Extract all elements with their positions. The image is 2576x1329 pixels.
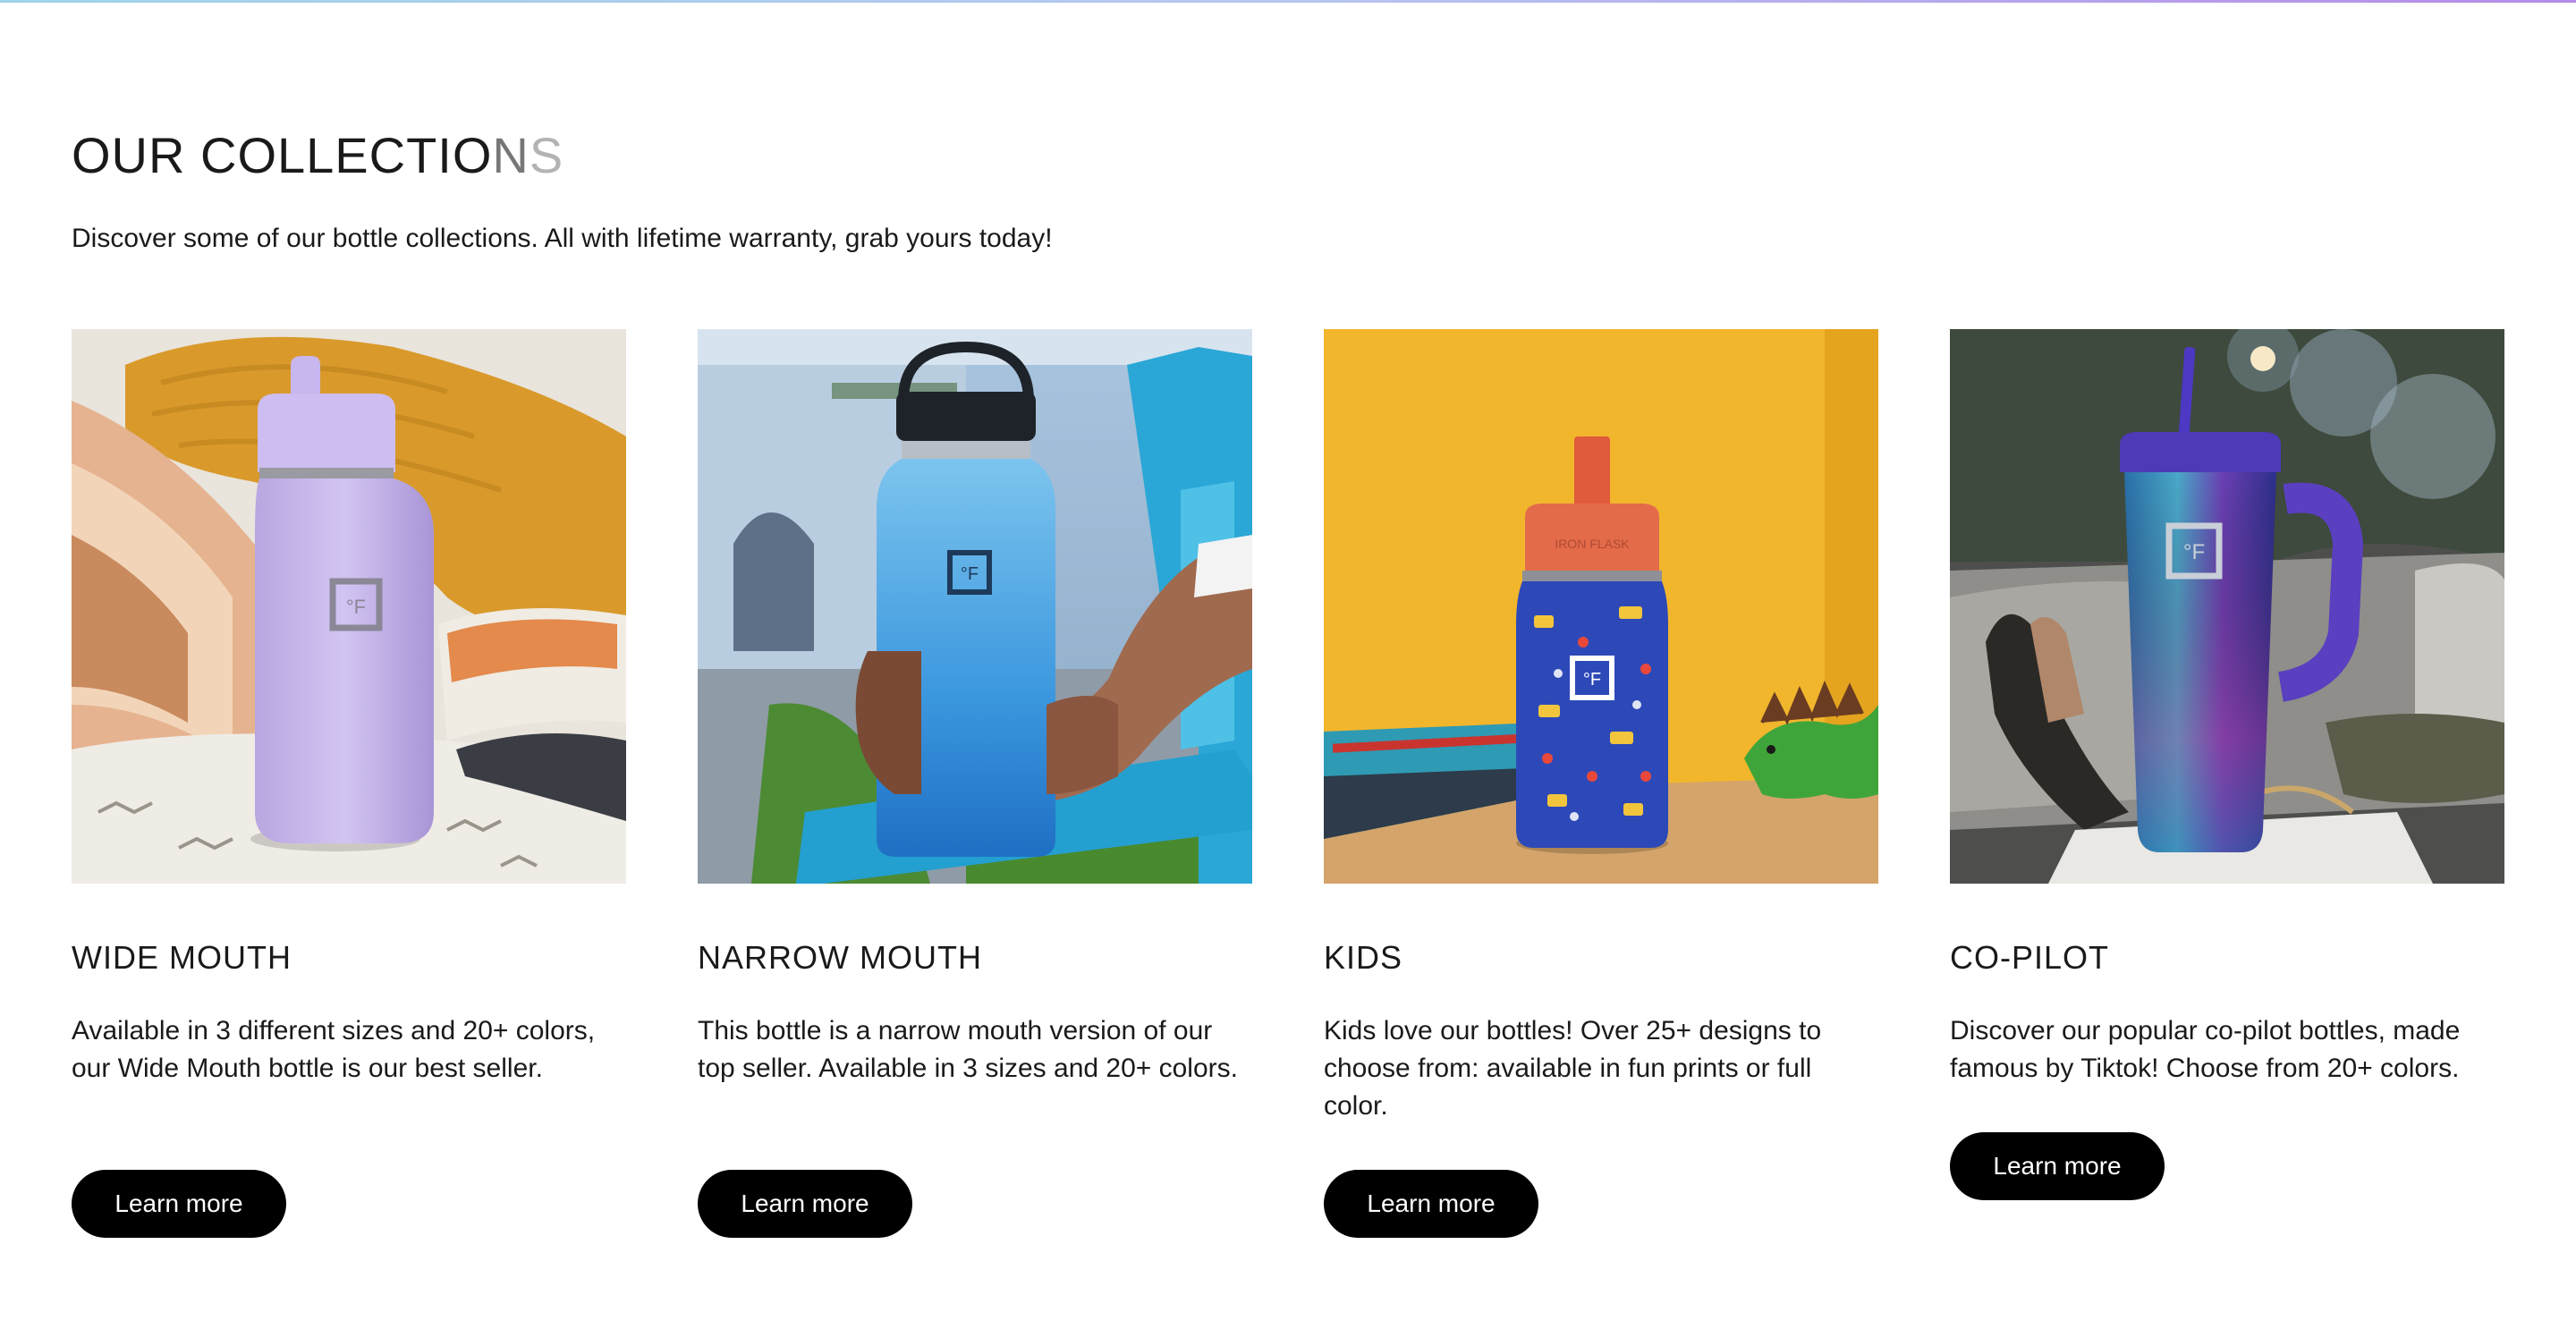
kids-title: KIDS [1324,939,1403,976]
collection-card-co-pilot: °F CO-PILOT Discover our popular co-pilo… [1950,329,2504,1200]
top-accent-bar [0,0,2576,3]
co-pilot-title: CO-PILOT [1950,939,2110,976]
collection-card-narrow-mouth: °F NARROW MOUTH This bottle is a narrow … [698,329,1252,1238]
wide-mouth-title: WIDE MOUTH [72,939,292,976]
co-pilot-illustration: °F [1950,329,2504,884]
narrow-mouth-title: NARROW MOUTH [698,939,982,976]
narrow-mouth-illustration: °F [698,329,1252,884]
section-title-fade-1: N [492,127,530,183]
co-pilot-logo-mark: °F [2183,540,2205,564]
kids-bottle-brand-print: IRON FLASK [1555,537,1630,551]
co-pilot-learn-more-button[interactable]: Learn more [1950,1132,2165,1200]
wide-mouth-logo-mark: °F [346,596,366,618]
section-subtitle: Discover some of our bottle collections.… [72,224,1053,253]
collection-card-wide-mouth: °F WIDE MOUTH Available in 3 different s… [72,329,626,1238]
narrow-mouth-learn-more-button[interactable]: Learn more [698,1170,912,1238]
collection-card-kids: IRON FLASK °F KIDS Kids love our bottles… [1324,329,1878,1238]
wide-mouth-image[interactable]: °F [72,329,626,884]
wide-mouth-learn-more-button[interactable]: Learn more [72,1170,286,1238]
section-title-fade-2: S [529,127,564,183]
section-title: OUR COLLECTIONS [72,123,564,188]
narrow-mouth-logo-mark: °F [961,564,979,584]
co-pilot-image[interactable]: °F [1950,329,2504,884]
kids-learn-more-button[interactable]: Learn more [1324,1170,1538,1238]
section-title-main: OUR COLLECTIO [72,127,493,183]
kids-illustration: IRON FLASK °F [1324,329,1878,884]
kids-image[interactable]: IRON FLASK °F [1324,329,1878,884]
kids-logo-mark: °F [1583,670,1601,690]
narrow-mouth-image[interactable]: °F [698,329,1252,884]
wide-mouth-illustration: °F [72,329,626,884]
co-pilot-description: Discover our popular co-pilot bottles, m… [1950,1016,2461,1083]
wide-mouth-description: Available in 3 different sizes and 20+ c… [72,1016,596,1083]
kids-description: Kids love our bottles! Over 25+ designs … [1324,1016,1822,1121]
narrow-mouth-description: This bottle is a narrow mouth version of… [698,1016,1238,1083]
